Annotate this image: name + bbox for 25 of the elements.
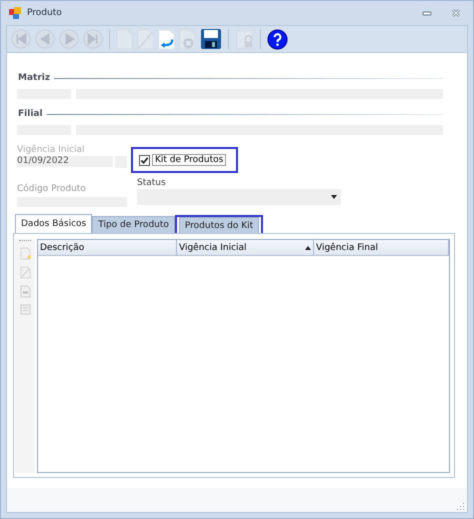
column-header[interactable]: Descrição — [38, 240, 177, 255]
section-title: Filial — [18, 109, 43, 119]
column-header[interactable]: Vigência Final — [314, 240, 449, 255]
list-icon[interactable] — [20, 304, 30, 315]
field-label: Código Produto — [17, 184, 87, 194]
field-label: Status — [137, 178, 167, 188]
pencil-icon[interactable] — [20, 266, 30, 279]
document-icon[interactable] — [20, 285, 30, 298]
document-icon[interactable] — [20, 247, 30, 260]
resize-grip-icon — [457, 502, 465, 510]
checkbox[interactable] — [139, 154, 150, 166]
undo-document-icon[interactable] — [158, 28, 175, 50]
app-icon — [8, 6, 22, 20]
close-icon[interactable] — [451, 8, 461, 18]
help-icon[interactable] — [267, 28, 288, 50]
section-title: Matriz — [18, 73, 50, 83]
window-title: Produto — [27, 8, 62, 18]
field-label: Vigência Inicial — [17, 145, 86, 155]
tab[interactable]: Produtos do Kit — [178, 217, 260, 233]
date-field[interactable]: 01/09/2022 — [17, 156, 113, 167]
column-header[interactable]: Vigência Inicial — [177, 240, 314, 255]
tab[interactable]: Tipo de Produto — [92, 216, 175, 233]
tab[interactable]: Dados Básicos — [15, 214, 92, 233]
dropdown-arrow-icon — [331, 195, 337, 199]
status-dropdown[interactable] — [137, 189, 341, 205]
